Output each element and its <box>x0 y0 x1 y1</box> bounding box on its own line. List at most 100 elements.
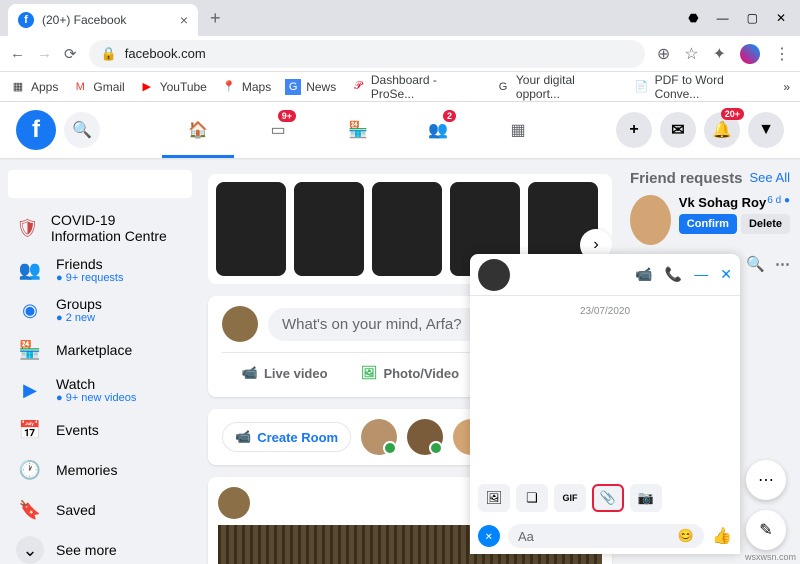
new-message-button[interactable]: ✎ <box>746 510 786 550</box>
new-tab-button[interactable]: + <box>210 8 221 29</box>
bookmark-pinterest[interactable]: 𝒫Dashboard - ProSe... <box>350 73 481 101</box>
chat-header[interactable]: 📹 📞 — ✕ <box>470 254 740 296</box>
sidebar-item-saved[interactable]: 🔖Saved <box>8 490 192 530</box>
story[interactable] <box>216 182 286 276</box>
friend-request: Vk Sohag Roy6 d ● Confirm Delete <box>630 195 790 245</box>
browser-tab-strip: f (20+) Facebook × + ⬣ — ▢ ✕ <box>0 0 800 36</box>
zoom-icon[interactable]: ⊕ <box>657 44 670 64</box>
address-bar: ← → ⟳ 🔒 facebook.com ⊕ ☆ ✦ ⋮ <box>0 36 800 72</box>
extensions-icon[interactable]: ✦ <box>713 44 726 64</box>
sidebar-item-seemore[interactable]: ⌄See more <box>8 530 192 564</box>
bookmark-apps[interactable]: ▦Apps <box>10 79 58 95</box>
bookmarks-bar: ▦Apps MGmail ▶YouTube 📍Maps GNews 𝒫Dashb… <box>0 72 800 102</box>
story[interactable] <box>294 182 364 276</box>
sidebar-item-covid[interactable]: 🛡COVID-19 Information Centre <box>8 206 192 250</box>
chat-date: 23/07/2020 <box>580 306 630 317</box>
create-room-button[interactable]: 📹Create Room <box>222 422 351 452</box>
emoji-icon[interactable]: 😊 <box>678 528 694 544</box>
chat-window: 📹 📞 — ✕ 23/07/2020 🖼 ❏ GIF 📎 📷 + Aa😊 👍 <box>470 254 740 554</box>
stickers-icon[interactable]: ❏ <box>516 484 548 512</box>
tab-gaming[interactable]: ▦ <box>482 104 554 156</box>
lock-icon: 🔒 <box>101 46 117 62</box>
facebook-favicon: f <box>18 12 34 28</box>
story[interactable] <box>372 182 442 276</box>
gif-icon[interactable]: GIF <box>554 484 586 512</box>
tab-groups[interactable]: 👥2 <box>402 104 474 156</box>
photo-video-button[interactable]: 🖼Photo/Video <box>347 359 472 387</box>
sidebar-item-groups[interactable]: ◉Groups● 2 new <box>8 290 192 330</box>
browser-tab[interactable]: f (20+) Facebook × <box>8 4 198 36</box>
tab-home[interactable]: 🏠 <box>162 104 234 156</box>
shield-icon[interactable]: ⬣ <box>688 11 698 25</box>
profile-avatar[interactable] <box>740 44 760 64</box>
contact-avatar[interactable] <box>361 419 397 455</box>
bookmark-google[interactable]: GYour digital opport... <box>495 73 620 101</box>
attachment-icon[interactable]: 📎 <box>592 484 624 512</box>
back-icon[interactable]: ← <box>10 45 25 62</box>
tab-marketplace[interactable]: 🏪 <box>322 104 394 156</box>
friend-avatar[interactable] <box>630 195 671 245</box>
messenger-button[interactable]: ✉ <box>660 112 696 148</box>
sidebar-item-memories[interactable]: 🕐Memories <box>8 450 192 490</box>
create-button[interactable]: + <box>616 112 652 148</box>
gallery-icon[interactable]: 🖼 <box>478 484 510 512</box>
chat-messages: 23/07/2020 <box>470 296 740 478</box>
add-more-icon[interactable]: + <box>473 520 504 551</box>
bookmark-gmail[interactable]: MGmail <box>72 79 124 95</box>
chat-input-row: + Aa😊 👍 <box>470 518 740 554</box>
forward-icon: → <box>37 45 52 62</box>
live-video-button[interactable]: 📹Live video <box>222 359 347 387</box>
friend-time: 6 d ● <box>767 195 790 210</box>
video-call-icon[interactable]: 📹 <box>635 266 652 283</box>
options-icon[interactable]: ⋯ <box>775 255 790 273</box>
sidebar-item-marketplace[interactable]: 🏪Marketplace <box>8 330 192 370</box>
account-button[interactable]: ▼ <box>748 112 784 148</box>
close-window-icon[interactable]: ✕ <box>776 11 786 25</box>
more-options-button[interactable]: ⋯ <box>746 460 786 500</box>
like-icon[interactable]: 👍 <box>712 526 732 546</box>
minimize-icon[interactable]: — <box>717 11 729 25</box>
facebook-logo[interactable]: f <box>16 110 56 150</box>
profile-placeholder[interactable] <box>8 170 192 198</box>
bookmark-pdf[interactable]: 📄PDF to Word Conve... <box>634 73 769 101</box>
contact-avatar[interactable] <box>407 419 443 455</box>
friend-requests-heading: Friend requests <box>630 170 743 187</box>
post-avatar[interactable] <box>218 487 250 519</box>
search-button[interactable]: 🔍 <box>64 112 100 148</box>
notifications-button[interactable]: 🔔20+ <box>704 112 740 148</box>
bookmark-youtube[interactable]: ▶YouTube <box>139 79 207 95</box>
sidebar-item-events[interactable]: 📅Events <box>8 410 192 450</box>
facebook-header: f 🔍 🏠 ▭9+ 🏪 👥2 ▦ + ✉ 🔔20+ ▼ <box>0 102 800 158</box>
left-sidebar: 🛡COVID-19 Information Centre 👥Friends● 9… <box>0 158 200 564</box>
camera-icon[interactable]: 📷 <box>630 484 662 512</box>
user-avatar[interactable] <box>222 306 258 342</box>
bookmark-news[interactable]: GNews <box>285 79 336 95</box>
menu-icon[interactable]: ⋮ <box>774 44 790 64</box>
search-icon[interactable]: 🔍 <box>746 255 765 273</box>
bookmarks-overflow-icon[interactable]: » <box>783 80 790 94</box>
sidebar-item-watch[interactable]: ▶Watch● 9+ new videos <box>8 370 192 410</box>
delete-button[interactable]: Delete <box>741 214 790 234</box>
tab-title: (20+) Facebook <box>42 13 126 27</box>
see-all-link[interactable]: See All <box>750 170 790 187</box>
confirm-button[interactable]: Confirm <box>679 214 737 234</box>
close-tab-icon[interactable]: × <box>180 12 188 28</box>
chat-text-input[interactable]: Aa😊 <box>508 524 704 548</box>
url-text: facebook.com <box>125 46 206 61</box>
reload-icon[interactable]: ⟳ <box>64 45 77 63</box>
floating-buttons: ⋯ ✎ <box>746 460 786 550</box>
close-chat-icon[interactable]: ✕ <box>720 266 732 283</box>
bookmark-maps[interactable]: 📍Maps <box>221 79 271 95</box>
url-input[interactable]: 🔒 facebook.com <box>89 40 645 68</box>
tab-watch[interactable]: ▭9+ <box>242 104 314 156</box>
attribution: wsxwsn.com <box>745 552 796 562</box>
minimize-chat-icon[interactable]: — <box>694 266 708 283</box>
chat-contact-avatar[interactable] <box>478 259 510 291</box>
star-icon[interactable]: ☆ <box>684 44 698 64</box>
sidebar-item-friends[interactable]: 👥Friends● 9+ requests <box>8 250 192 290</box>
chat-toolbar: 🖼 ❏ GIF 📎 📷 <box>470 478 740 518</box>
window-controls: ⬣ — ▢ ✕ <box>688 11 800 25</box>
maximize-icon[interactable]: ▢ <box>747 11 758 25</box>
friend-name[interactable]: Vk Sohag Roy <box>679 195 766 210</box>
voice-call-icon[interactable]: 📞 <box>665 266 682 283</box>
